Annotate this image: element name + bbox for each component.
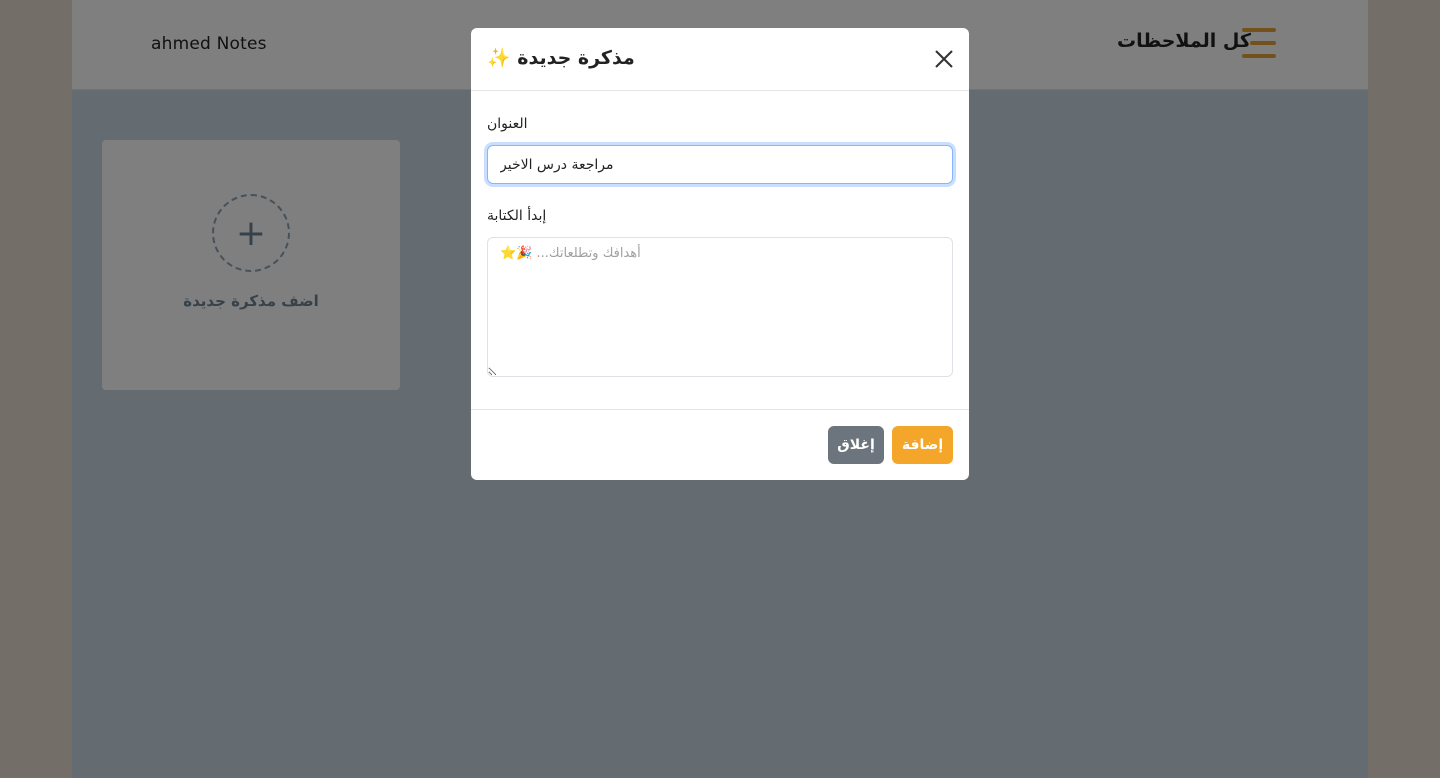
body-textarea[interactable] (487, 237, 953, 377)
modal-title: مذكرة جديدة ✨ (487, 47, 635, 69)
close-icon-svg (935, 50, 953, 68)
new-note-modal: مذكرة جديدة ✨ العنوان إبدأ الكتابة إغلاق… (471, 28, 969, 480)
body-label: إبدأ الكتابة (487, 208, 547, 224)
close-button[interactable]: إغلاق (828, 426, 884, 464)
title-label: العنوان (487, 116, 528, 132)
title-input[interactable] (487, 145, 953, 184)
add-button[interactable]: إضافة (892, 426, 953, 464)
modal-footer: إغلاق إضافة (471, 409, 969, 480)
close-icon[interactable] (933, 48, 955, 70)
modal-header: مذكرة جديدة ✨ (471, 28, 969, 91)
